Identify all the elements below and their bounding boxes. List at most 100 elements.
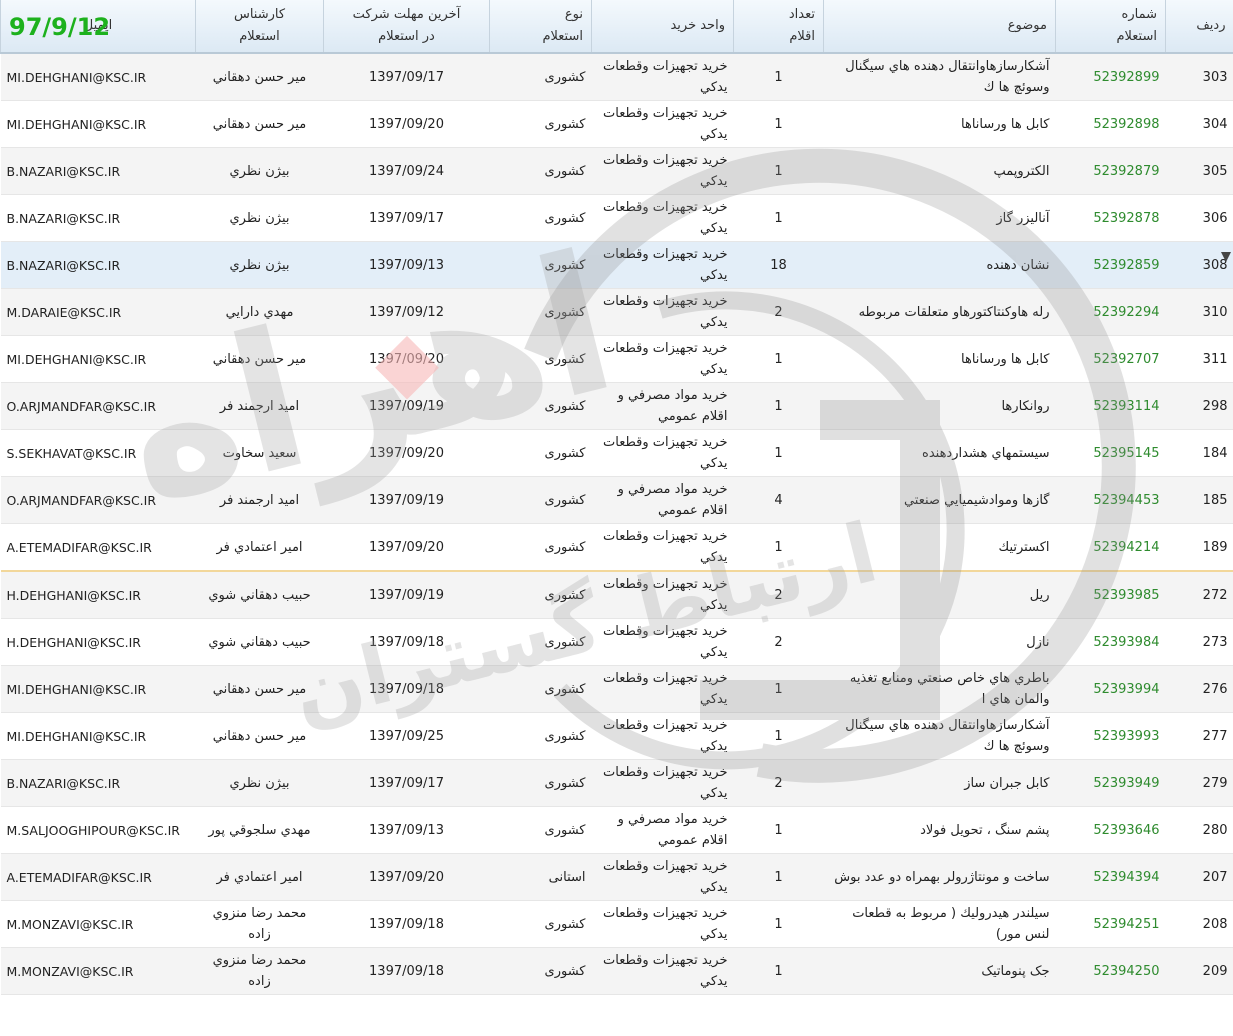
cell-number: 52393993 — [1055, 712, 1166, 760]
table-row[interactable]: 184 52395145 سيستمهاي هشداردهنده 1 خريد تجهي… — [0, 429, 1233, 477]
cell-row: 207 — [1165, 853, 1233, 901]
table-row[interactable]: 310 52392294 رله هاوكنتاكتورهاو متعلقات مر… — [0, 288, 1233, 336]
table-row[interactable]: 306 52392878 آناليزر گاز 1 خريد تجهيزات وقطع… — [0, 194, 1233, 242]
cell-deadline: 1397/09/20 — [323, 523, 490, 572]
cell-type: كشوری — [489, 523, 592, 572]
table-row[interactable]: 272 52393985 ريل 2 خريد تجهيزات وقطعات يدكي ك… — [0, 571, 1233, 619]
cell-subject: نازل — [823, 618, 1056, 666]
cell-count: 1 — [733, 806, 824, 854]
cell-deadline: 1397/09/12 — [323, 288, 490, 336]
cell-expert: اميد ارجمند فر — [195, 476, 324, 524]
table-row[interactable]: 208 52394251 سيلندر هيدروليك ( مربوط به قط… — [0, 900, 1233, 948]
table-row[interactable]: 304 52392898 كابل ها ورساناها 1 خريد تجهيزات… — [0, 100, 1233, 148]
cell-unit: خريد تجهيزات وقطعات يدكي — [591, 523, 734, 572]
cell-subject: كابل جبران ساز — [823, 759, 1056, 807]
cell-number: 52392879 — [1055, 147, 1166, 195]
table-row[interactable]: 185 52394453 گازها وموادشيميايي صنعتي 4 خريد… — [0, 476, 1233, 524]
cell-expert: بيژن نظري — [195, 759, 324, 807]
header-expert-line2: استعلام — [239, 29, 280, 44]
header-row-label: رديف — [1196, 18, 1226, 33]
cell-count: 4 — [733, 476, 824, 524]
cell-deadline: 1397/09/20 — [323, 100, 490, 148]
cell-type: كشوری — [489, 759, 592, 807]
col-header-count[interactable]: تعداد اقلام — [733, 0, 824, 54]
table-row[interactable]: 280 52393646 پشم سنگ ، تحويل فولاد 1 خريد مو… — [0, 806, 1233, 854]
table-row[interactable]: 305 52392879 الكتروپمپ 1 خريد تجهيزات وقطعات… — [0, 147, 1233, 195]
cell-deadline: 1397/09/25 — [323, 712, 490, 760]
cell-email: A.ETEMADIFAR@KSC.IR — [0, 853, 196, 901]
cell-row: 185 — [1165, 476, 1233, 524]
cell-type: كشوری — [489, 476, 592, 524]
cell-email: M.MONZAVI@KSC.IR — [0, 947, 196, 995]
cell-email: A.ETEMADIFAR@KSC.IR — [0, 523, 196, 572]
cell-expert: محمد رضا منزوي زاده — [195, 900, 324, 948]
cell-row: 303 — [1165, 53, 1233, 101]
col-header-expert[interactable]: كارشناس استعلام — [195, 0, 324, 54]
cell-unit: خريد تجهيزات وقطعات يدكي — [591, 241, 734, 289]
cell-deadline: 1397/09/20 — [323, 335, 490, 383]
cell-expert: بيژن نظري — [195, 194, 324, 242]
cell-unit: خريد تجهيزات وقطعات يدكي — [591, 947, 734, 995]
cell-email: M.SALJOOGHIPOUR@KSC.IR — [0, 806, 196, 854]
cell-row: 310 — [1165, 288, 1233, 336]
cell-type: كشوری — [489, 194, 592, 242]
table-row[interactable]: 303 52392899 آشكارسازهاوانتقال دهنده هاي س… — [0, 53, 1233, 101]
header-deadline-line2: در استعلام — [378, 29, 435, 44]
table-row[interactable]: 276 52393994 باطري هاي خاص صنعتي ومنابع تغ… — [0, 665, 1233, 713]
table-row[interactable]: 308 52392859 نشان دهنده 18 خريد تجهيزات وقطع… — [0, 241, 1233, 289]
cell-type: كشوری — [489, 806, 592, 854]
cell-count: 1 — [733, 712, 824, 760]
table-row[interactable]: 298 52393114 روانكارها 1 خريد مواد مصرفي و ا… — [0, 382, 1233, 430]
cell-expert: امير اعتمادي فر — [195, 853, 324, 901]
table-row[interactable]: 189 52394214 اكسترتيك 1 خريد تجهيزات وقطعات … — [0, 523, 1233, 572]
header-subject-label: موضوع — [1007, 18, 1047, 33]
cell-number: 52394453 — [1055, 476, 1166, 524]
cell-row: 184 — [1165, 429, 1233, 477]
cell-number: 52393984 — [1055, 618, 1166, 666]
table-row[interactable]: 311 52392707 كابل ها ورساناها 1 خريد تجهيزات… — [0, 335, 1233, 383]
cell-expert: محمد رضا منزوي زاده — [195, 947, 324, 995]
cell-expert: مير حسن دهقاني — [195, 53, 324, 101]
cell-expert: سعيد سخاوت — [195, 429, 324, 477]
date-badge: 97/9/12 — [9, 13, 111, 41]
col-header-subject[interactable]: موضوع — [823, 0, 1056, 54]
table-row[interactable]: 209 52394250 جک پنوماتيک 1 خريد تجهيزات وقطع… — [0, 947, 1233, 995]
cell-subject: ساخت و مونتاژرولر بهمراه دو عدد بوش — [823, 853, 1056, 901]
col-header-unit[interactable]: واحد خريد — [591, 0, 734, 54]
table-row[interactable]: 273 52393984 نازل 2 خريد تجهيزات وقطعات يدكي… — [0, 618, 1233, 666]
cell-expert: بيژن نظري — [195, 241, 324, 289]
cell-subject: اكسترتيك — [823, 523, 1056, 572]
cell-number: 52394250 — [1055, 947, 1166, 995]
cell-row: 189 — [1165, 523, 1233, 572]
cell-unit: خريد مواد مصرفي و اقلام عمومي — [591, 382, 734, 430]
col-header-deadline[interactable]: آخرين مهلت شركت در استعلام — [323, 0, 490, 54]
header-number-line1: شماره — [1121, 7, 1157, 22]
cell-type: كشوری — [489, 900, 592, 948]
table-row[interactable]: 279 52393949 كابل جبران ساز 2 خريد تجهيزات و… — [0, 759, 1233, 807]
cell-type: استانی — [489, 853, 592, 901]
cell-expert: مير حسن دهقاني — [195, 335, 324, 383]
cell-count: 1 — [733, 100, 824, 148]
table-row[interactable]: 207 52394394 ساخت و مونتاژرولر بهمراه دو ع… — [0, 853, 1233, 901]
cell-expert: اميد ارجمند فر — [195, 382, 324, 430]
cell-row: 273 — [1165, 618, 1233, 666]
cell-row: 311 — [1165, 335, 1233, 383]
cell-row: 306 — [1165, 194, 1233, 242]
cell-unit: خريد تجهيزات وقطعات يدكي — [591, 712, 734, 760]
cell-number: 52393949 — [1055, 759, 1166, 807]
cell-number: 52392859 — [1055, 241, 1166, 289]
col-header-type[interactable]: نوع استعلام — [489, 0, 592, 54]
cell-number: 52393646 — [1055, 806, 1166, 854]
col-header-number[interactable]: شماره استعلام — [1055, 0, 1166, 54]
mouse-cursor-icon — [1221, 252, 1231, 262]
col-header-row[interactable]: رديف — [1165, 0, 1233, 54]
header-deadline-line1: آخرين مهلت شركت — [352, 7, 461, 22]
cell-subject: ريل — [823, 571, 1056, 619]
cell-type: كشوری — [489, 947, 592, 995]
table-row[interactable]: 277 52393993 آشكارسازهاوانتقال دهنده هاي س… — [0, 712, 1233, 760]
cell-deadline: 1397/09/20 — [323, 853, 490, 901]
cell-deadline: 1397/09/18 — [323, 900, 490, 948]
cell-expert: مير حسن دهقاني — [195, 665, 324, 713]
cell-number: 52393994 — [1055, 665, 1166, 713]
cell-count: 1 — [733, 665, 824, 713]
